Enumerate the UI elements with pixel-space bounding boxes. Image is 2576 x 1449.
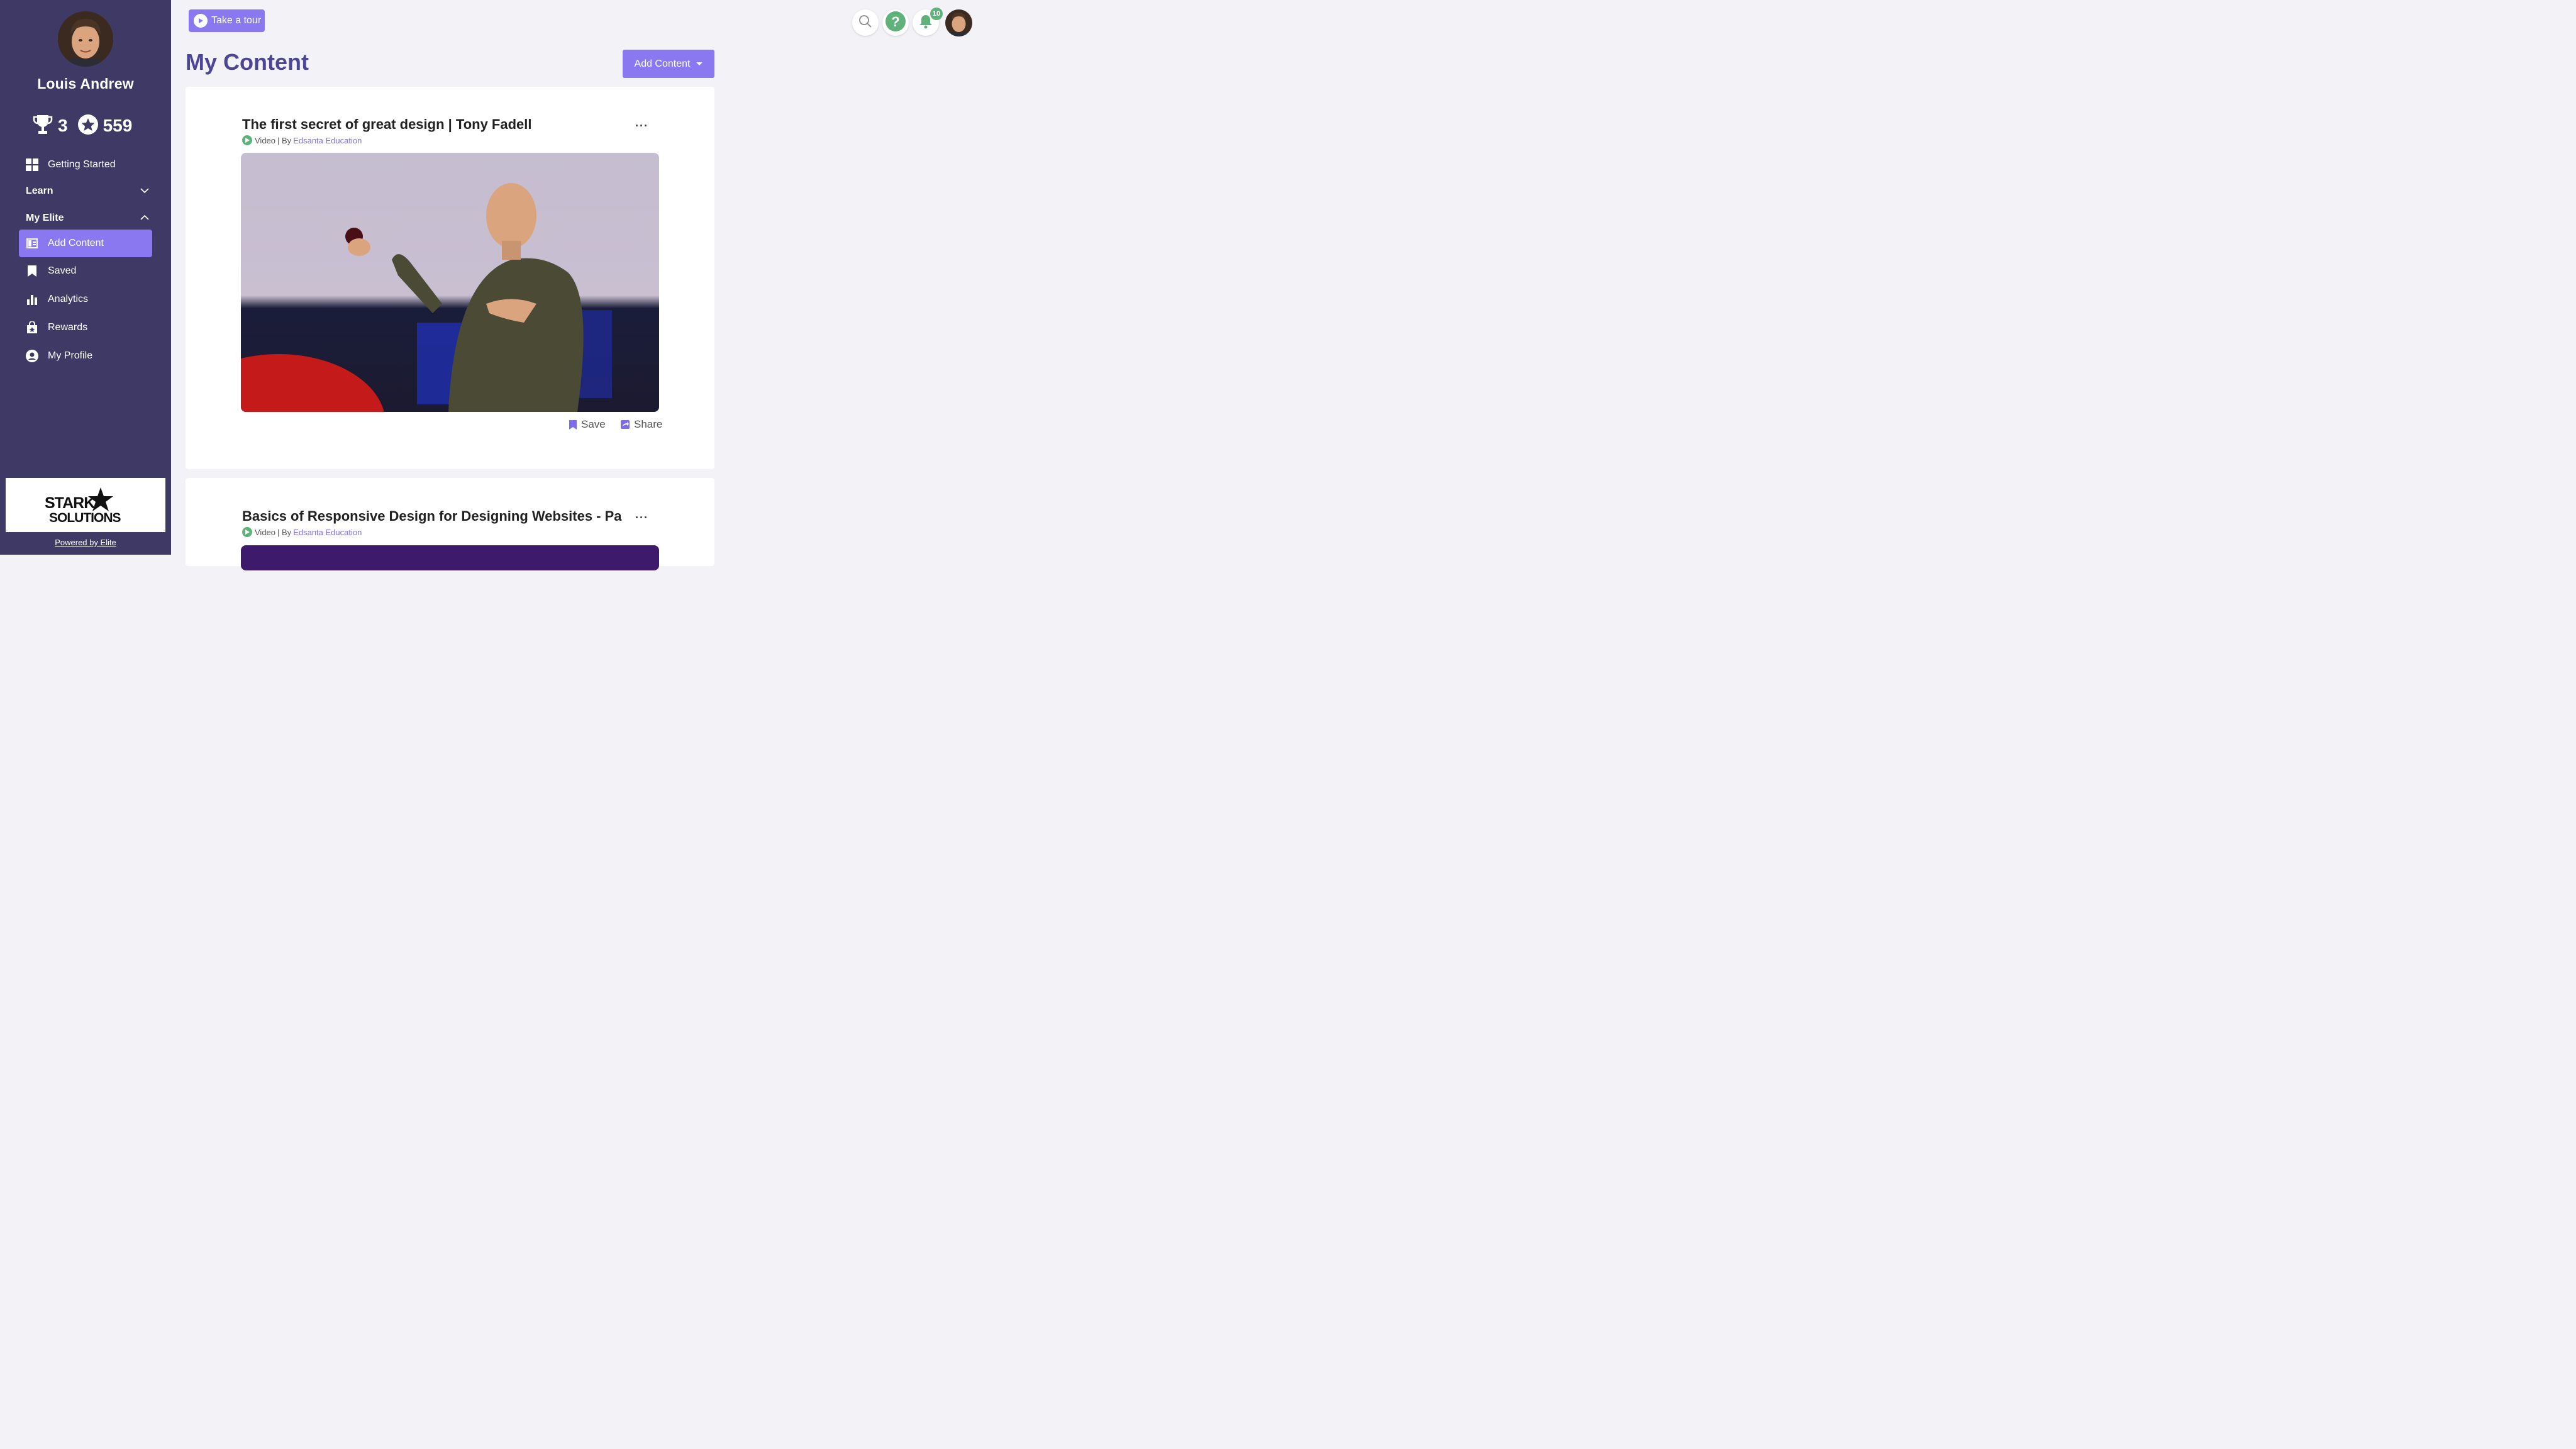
trophy-icon (33, 114, 53, 138)
more-options-icon[interactable]: ··· (635, 119, 648, 133)
post-type: Video (255, 135, 276, 145)
sidebar-item-saved[interactable]: Saved (19, 257, 152, 285)
post-author-link[interactable]: Edsanta Education (293, 528, 362, 537)
search-icon (858, 14, 872, 31)
trophy-count: 3 (58, 116, 68, 135)
star-points-icon (77, 114, 98, 138)
video-thumbnail[interactable] (241, 545, 659, 570)
user-avatar-button[interactable] (945, 9, 972, 36)
bar-chart-icon (25, 292, 39, 306)
video-play-icon (242, 135, 252, 145)
share-icon (620, 419, 630, 430)
add-content-label: Add Content (634, 58, 691, 69)
sidebar-item-label: Rewards (48, 322, 88, 333)
post-type: Video (255, 527, 276, 537)
nav-section-my-elite[interactable]: My Elite (26, 211, 149, 226)
sidebar-item-label: Saved (48, 265, 77, 276)
share-button[interactable]: Share (620, 418, 662, 431)
sidebar-item-add-content[interactable]: Add Content (19, 230, 152, 257)
gift-bag-icon (25, 321, 39, 335)
user-stats: 3 559 (33, 113, 132, 138)
help-button[interactable]: ? (882, 9, 909, 36)
powered-by-link[interactable]: Powered by Elite (0, 538, 171, 547)
video-thumbnail[interactable] (241, 153, 659, 412)
content-card: Basics of Responsive Design for Designin… (186, 478, 714, 570)
play-icon (194, 14, 208, 28)
help-icon: ? (885, 11, 906, 35)
post-by: | By (277, 527, 292, 537)
chevron-down-icon (140, 186, 149, 197)
post-title[interactable]: The first secret of great design | Tony … (242, 116, 623, 133)
bookmark-icon (569, 419, 577, 430)
chevron-up-icon (140, 213, 149, 224)
sidebar-item-rewards[interactable]: Rewards (19, 314, 152, 341)
sidebar-item-label: Analytics (48, 294, 89, 304)
svg-text:?: ? (891, 14, 899, 30)
post-meta: Video | By Edsanta Education (242, 135, 362, 145)
content-card: The first secret of great design | Tony … (186, 87, 714, 469)
tour-label: Take a tour (211, 15, 262, 26)
notification-badge: 10 (930, 8, 943, 20)
sidebar-item-label: Add Content (48, 238, 104, 248)
post-author-link[interactable]: Edsanta Education (293, 136, 362, 145)
save-button[interactable]: Save (569, 418, 606, 431)
search-button[interactable] (852, 9, 879, 36)
video-play-icon (242, 527, 252, 537)
share-label: Share (634, 418, 663, 430)
section-label: Learn (26, 186, 53, 196)
add-content-dropdown-button[interactable]: Add Content (623, 50, 714, 78)
post-by: | By (277, 135, 292, 145)
sidebar: Louis Andrew 3 559 Getting Started Learn… (0, 0, 171, 555)
sidebar-item-getting-started[interactable]: Getting Started (19, 151, 152, 179)
section-label: My Elite (26, 213, 64, 223)
more-options-icon[interactable]: ··· (635, 511, 648, 525)
post-title[interactable]: Basics of Responsive Design for Designin… (242, 508, 623, 525)
company-logo: STARK SOLUTIONS (6, 478, 165, 532)
save-label: Save (581, 418, 606, 430)
logo-star-icon (88, 487, 113, 511)
profile-avatar[interactable] (58, 11, 113, 67)
take-a-tour-button[interactable]: Take a tour (189, 9, 265, 32)
sidebar-item-label: My Profile (48, 350, 93, 361)
user-circle-icon (25, 349, 39, 363)
sidebar-item-analytics[interactable]: Analytics (19, 286, 152, 313)
grid-icon (25, 158, 39, 172)
post-meta: Video | By Edsanta Education (242, 527, 362, 537)
bookmark-icon (25, 264, 39, 278)
user-name: Louis Andrew (37, 75, 134, 92)
sidebar-item-label: Getting Started (48, 159, 116, 170)
sidebar-item-my-profile[interactable]: My Profile (19, 342, 152, 370)
page-title: My Content (186, 49, 309, 75)
caret-down-icon (696, 62, 703, 65)
add-content-icon (25, 236, 39, 250)
nav-section-learn[interactable]: Learn (26, 184, 149, 199)
points-count: 559 (103, 116, 133, 135)
